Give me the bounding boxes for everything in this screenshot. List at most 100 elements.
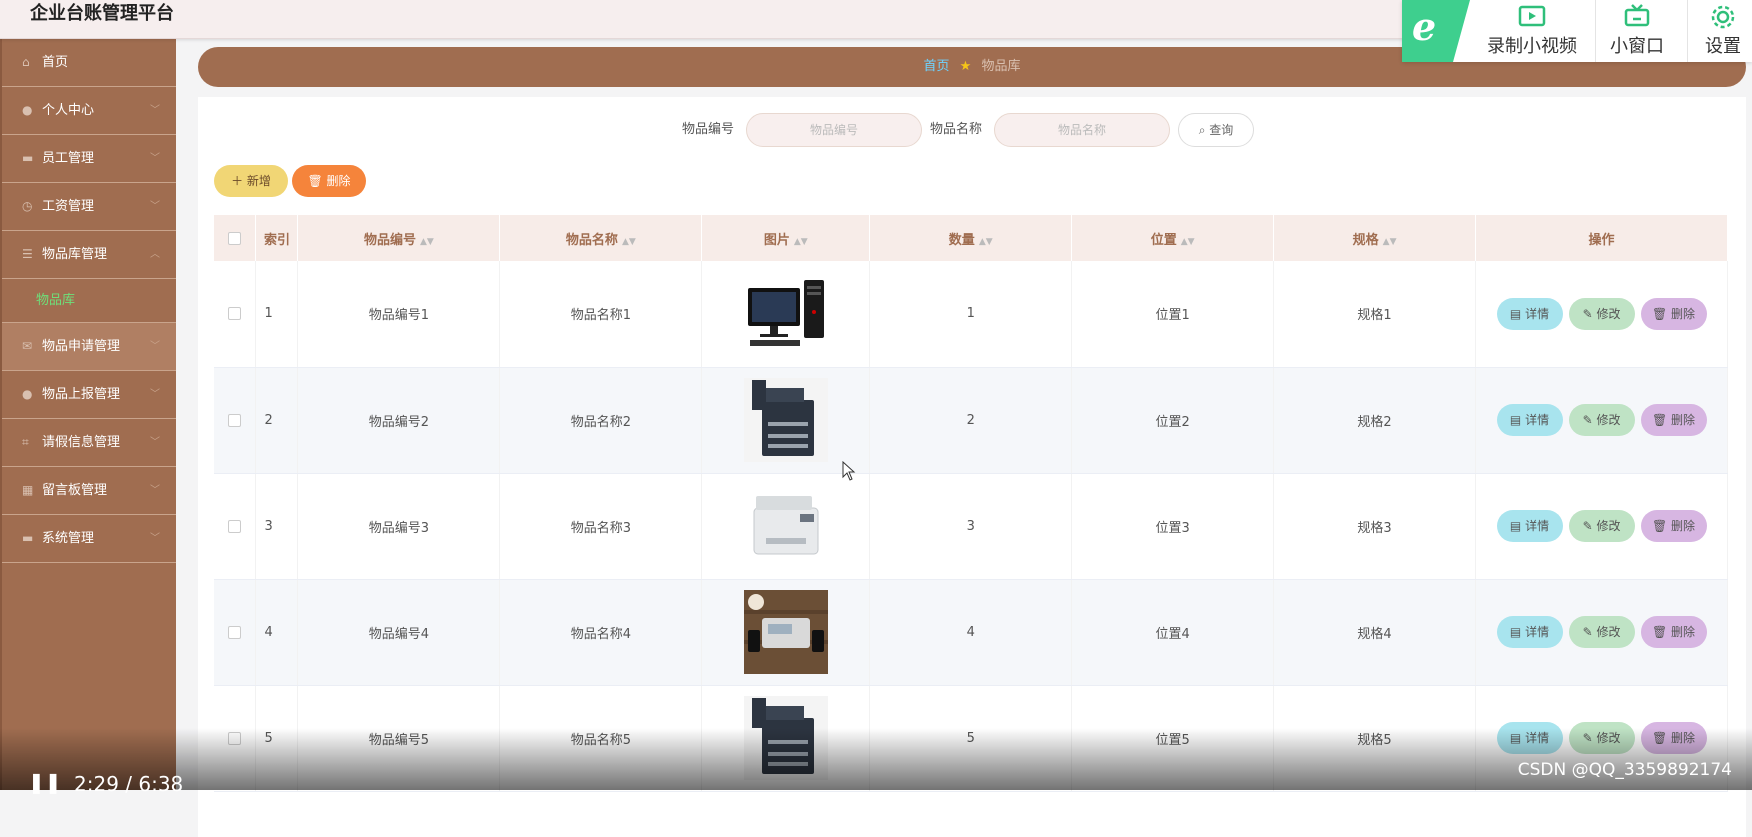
row-checkbox[interactable] xyxy=(228,413,242,427)
document-icon: ▤ xyxy=(1509,306,1522,321)
select-all-checkbox[interactable] xyxy=(228,231,242,245)
header-location[interactable]: 位置 ▲▼ xyxy=(1071,215,1275,261)
row-checkbox[interactable] xyxy=(228,307,242,321)
list-icon: ▬ xyxy=(22,531,34,545)
document-icon: ▤ xyxy=(1509,413,1522,427)
table-row: 4 物品编号4 物品名称4 4 位置4 规格4 ▤ 详情 ✎ 修改 🗑 删除 xyxy=(214,579,1728,686)
recorder-toolbar: e 录制小视频 小窗口 设置 xyxy=(1402,0,1752,62)
tv-icon xyxy=(1602,0,1672,30)
breadcrumb-current: 物品库 xyxy=(981,59,1021,74)
cell-spec: 规格4 xyxy=(1273,579,1477,686)
cell-code: 物品编号1 xyxy=(297,261,501,368)
cell-spec: 规格2 xyxy=(1273,367,1477,474)
delete-button[interactable]: 🗑 删除 xyxy=(1640,297,1707,330)
delete-button[interactable]: 🗑 删除 xyxy=(1640,510,1707,542)
trash-icon: 🗑 xyxy=(1651,306,1668,321)
grid-icon: ▦ xyxy=(22,483,34,497)
query-button[interactable]: ⌕ 查询 xyxy=(1178,113,1254,147)
cell-actions: ▤ 详情✎ 修改🗑 删除 xyxy=(1475,367,1728,474)
sidebar-item-home[interactable]: ⌂ 首页 xyxy=(2,39,176,87)
code-search-input[interactable]: 物品编号 xyxy=(746,113,922,147)
settings-button[interactable]: 设置 xyxy=(1694,0,1752,62)
delete-button[interactable]: 🗑 删除 xyxy=(1640,616,1707,648)
cell-code: 物品编号3 xyxy=(297,473,501,580)
item-thumbnail[interactable] xyxy=(744,272,828,356)
user-icon: ● xyxy=(22,387,33,401)
gear-icon xyxy=(1694,0,1752,30)
edit-button[interactable]: ✎ 修改 xyxy=(1568,404,1635,436)
record-video-button[interactable]: 录制小视频 xyxy=(1482,0,1582,62)
pencil-icon: ✎ xyxy=(1582,306,1593,321)
sort-icon: ▲▼ xyxy=(1180,236,1195,247)
sidebar-subitem-inventory-list[interactable]: 物品库 xyxy=(2,279,176,323)
item-thumbnail[interactable] xyxy=(744,484,828,568)
header-spec[interactable]: 规格 ▲▼ xyxy=(1273,215,1477,261)
search-icon: ⌕ xyxy=(1198,123,1206,137)
header-name[interactable]: 物品名称 ▲▼ xyxy=(499,215,703,261)
cell-image xyxy=(701,579,871,686)
sidebar-item-requests[interactable]: ✉ 物品申请管理 ﹀ xyxy=(2,323,176,371)
sidebar-item-profile[interactable]: ● 个人中心 ﹀ xyxy=(2,87,176,135)
document-icon: ▤ xyxy=(1509,519,1522,533)
chevron-down-icon: ﹀ xyxy=(150,341,160,352)
sidebar-item-salary[interactable]: ◷ 工资管理 ﹀ xyxy=(2,183,176,231)
header-qty[interactable]: 数量 ▲▼ xyxy=(869,215,1073,261)
video-player-bar: ❚❚ 2:29 / 6:38 CSDN @QQ_3359892174 xyxy=(0,728,1752,796)
delete-button[interactable]: 🗑 删除 xyxy=(1640,404,1707,436)
cell-location: 位置1 xyxy=(1071,261,1275,368)
sidebar-item-messages[interactable]: ▦ 留言板管理 ﹀ xyxy=(2,467,176,515)
sidebar-item-inventory[interactable]: ☰ 物品库管理 ︿ xyxy=(2,231,176,279)
detail-button[interactable]: ▤ 详情 xyxy=(1496,404,1563,436)
cell-name: 物品名称4 xyxy=(499,579,703,686)
chevron-down-icon: ﹀ xyxy=(150,105,160,116)
pencil-icon: ✎ xyxy=(1582,625,1593,639)
mouse-cursor-icon xyxy=(842,460,856,486)
edit-button[interactable]: ✎ 修改 xyxy=(1568,297,1635,330)
sidebar: ⌂ 首页 ● 个人中心 ﹀ ▬ 员工管理 ﹀ ◷ 工资管理 ﹀ ☰ 物品库管理 … xyxy=(0,39,176,790)
clock-icon: ◷ xyxy=(22,199,33,213)
sidebar-item-leave[interactable]: ⌗ 请假信息管理 ﹀ xyxy=(2,419,176,467)
chevron-down-icon: ﹀ xyxy=(150,153,160,164)
sidebar-item-staff[interactable]: ▬ 员工管理 ﹀ xyxy=(2,135,176,183)
batch-delete-button[interactable]: 🗑 删除 xyxy=(292,165,366,197)
cell-actions: ▤ 详情✎ 修改🗑 删除 xyxy=(1475,579,1728,686)
row-checkbox[interactable] xyxy=(228,625,242,639)
item-thumbnail[interactable] xyxy=(743,378,828,462)
detail-button[interactable]: ▤ 详情 xyxy=(1496,297,1563,330)
edit-button[interactable]: ✎ 修改 xyxy=(1568,616,1635,648)
cell-location: 位置4 xyxy=(1071,579,1275,686)
code-label: 物品编号 xyxy=(682,122,735,137)
sort-icon: ▲▼ xyxy=(621,236,636,247)
detail-button[interactable]: ▤ 详情 xyxy=(1496,510,1563,542)
cell-qty: 2 xyxy=(869,367,1073,474)
detail-button[interactable]: ▤ 详情 xyxy=(1496,616,1563,648)
cell-name: 物品名称2 xyxy=(499,367,703,474)
sidebar-item-system[interactable]: ▬ 系统管理 ﹀ xyxy=(2,515,176,563)
header-image[interactable]: 图片 ▲▼ xyxy=(701,215,871,261)
table-row: 1 物品编号1 物品名称1 1 位置1 规格1 ▤ 详情 ✎ 修改 🗑 删除 xyxy=(214,261,1728,368)
edit-button[interactable]: ✎ 修改 xyxy=(1568,510,1635,542)
video-icon xyxy=(1482,0,1582,30)
cell-location: 位置3 xyxy=(1071,473,1275,580)
header-code[interactable]: 物品编号 ▲▼ xyxy=(297,215,501,261)
trash-icon: 🗑 xyxy=(1651,625,1668,639)
breadcrumb-home[interactable]: 首页 xyxy=(924,59,950,74)
cell-spec: 规格1 xyxy=(1273,261,1477,368)
chevron-down-icon: ﹀ xyxy=(150,389,160,400)
video-time: 2:29 / 6:38 xyxy=(74,772,184,796)
chevron-down-icon: ﹀ xyxy=(150,437,160,448)
pause-icon[interactable]: ❚❚ xyxy=(28,770,62,794)
cell-qty: 4 xyxy=(869,579,1073,686)
sidebar-item-reports[interactable]: ● 物品上报管理 ﹀ xyxy=(2,371,176,419)
add-button[interactable]: ＋ 新增 xyxy=(214,165,288,197)
document-icon: ▤ xyxy=(1509,625,1522,639)
pip-window-button[interactable]: 小窗口 xyxy=(1602,0,1672,62)
name-search-input[interactable]: 物品名称 xyxy=(994,113,1170,147)
row-checkbox[interactable] xyxy=(228,519,242,533)
item-thumbnail[interactable] xyxy=(743,590,828,674)
header-index: 索引 xyxy=(255,215,299,261)
cell-code: 物品编号4 xyxy=(297,579,501,686)
sort-icon: ▲▼ xyxy=(1382,236,1397,247)
ticket-icon: ✉ xyxy=(22,339,33,353)
app-title: 企业台账管理平台 xyxy=(30,3,174,24)
